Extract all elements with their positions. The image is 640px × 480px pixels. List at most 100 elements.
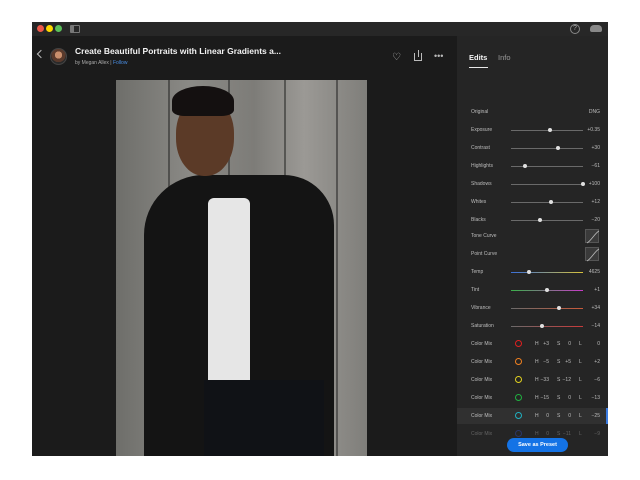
saturation-slider-thumb[interactable] <box>539 324 544 328</box>
blacks-label: Blacks <box>471 217 486 223</box>
shadows-slider-thumb[interactable] <box>581 182 585 186</box>
color-mix-label: Color Mix <box>471 341 493 347</box>
cloud-icon[interactable] <box>590 25 602 32</box>
color-swatch-ring-icon[interactable] <box>515 340 522 347</box>
color-mix-row[interactable]: Color Mix H −33 S −12 L −6 <box>457 372 608 388</box>
vibrance-slider-thumb[interactable] <box>556 306 561 310</box>
tint-label: Tint <box>471 287 480 293</box>
selected-row-indicator <box>606 408 608 424</box>
luminance-value: 0 <box>597 341 600 347</box>
exposure-slider-row[interactable]: Exposure +0.35 <box>457 122 608 138</box>
vibrance-slider-track[interactable] <box>511 308 583 309</box>
saturation-value: −11 <box>562 431 571 437</box>
shadows-slider-row[interactable]: Shadows +100 <box>457 176 608 192</box>
color-swatch-ring-icon[interactable] <box>515 412 522 419</box>
luminance-letter: L <box>579 395 582 401</box>
color-mix-row[interactable]: Color Mix H −5 S +5 L +2 <box>457 354 608 370</box>
luminance-letter: L <box>579 413 582 419</box>
luminance-letter: L <box>579 431 582 437</box>
luminance-value: +2 <box>594 359 600 365</box>
color-mix-row[interactable]: Color Mix H 0 S 0 L −25 <box>457 408 608 424</box>
color-mix-row[interactable]: Color Mix H +3 S 0 L 0 <box>457 336 608 352</box>
blacks-slider-row[interactable]: Blacks −20 <box>457 212 608 228</box>
back-arrow-icon[interactable] <box>36 49 46 59</box>
whites-slider-track[interactable] <box>511 202 583 203</box>
edits-panel: Edits Info Original DNG Exposure +0.35 Con… <box>457 36 608 456</box>
contrast-slider-row[interactable]: Contrast +30 <box>457 140 608 156</box>
saturation-letter: S <box>557 395 561 401</box>
saturation-value: 0 <box>568 395 571 401</box>
whites-slider-row[interactable]: Whites +12 <box>457 194 608 210</box>
saturation-value: −12 <box>562 377 571 383</box>
hue-value: −15 <box>540 395 549 401</box>
color-mix-label: Color Mix <box>471 395 493 401</box>
follow-link[interactable]: Follow <box>113 60 127 66</box>
share-icon[interactable] <box>414 50 422 61</box>
saturation-slider-track[interactable] <box>511 326 583 327</box>
color-mix-label: Color Mix <box>471 377 493 383</box>
shadows-slider-track[interactable] <box>511 184 583 185</box>
zoom-window-button[interactable] <box>55 25 62 32</box>
highlights-label: Highlights <box>471 163 493 169</box>
color-mix-label: Color Mix <box>471 359 493 365</box>
tab-edits[interactable]: Edits <box>469 53 487 62</box>
contrast-slider-track[interactable] <box>511 148 583 149</box>
temp-slider-row[interactable]: Temp 4625 <box>457 264 608 280</box>
color-swatch-ring-icon[interactable] <box>515 376 522 383</box>
blacks-slider-thumb[interactable] <box>537 218 542 222</box>
temp-slider-thumb[interactable] <box>527 270 531 274</box>
highlights-slider-row[interactable]: Highlights −61 <box>457 158 608 174</box>
color-mix-row[interactable]: Color Mix H −15 S 0 L −13 <box>457 390 608 406</box>
temp-value: 4625 <box>588 269 600 275</box>
hue-value: 0 <box>546 431 549 437</box>
color-mix-label: Color Mix <box>471 431 493 437</box>
tone-curve-label: Tone Curve <box>471 233 497 239</box>
contrast-label: Contrast <box>471 145 490 151</box>
shadows-label: Shadows <box>471 181 492 187</box>
point-curve-icon[interactable] <box>585 247 600 262</box>
tone-curve-row[interactable]: Tone Curve <box>457 228 608 244</box>
luminance-letter: L <box>579 341 582 347</box>
minimize-window-button[interactable] <box>46 25 53 32</box>
point-curve-label: Point Curve <box>471 251 498 257</box>
original-label: Original <box>471 109 489 115</box>
highlights-slider-thumb[interactable] <box>522 164 527 168</box>
point-curve-row[interactable]: Point Curve <box>457 246 608 262</box>
luminance-value: −9 <box>594 431 600 437</box>
saturation-letter: S <box>557 359 561 365</box>
tone-curve-icon[interactable] <box>585 229 600 244</box>
temp-slider-track[interactable] <box>511 272 583 273</box>
active-tab-indicator <box>469 67 488 68</box>
saturation-letter: S <box>557 431 561 437</box>
exposure-slider-track[interactable] <box>511 130 583 131</box>
close-window-button[interactable] <box>37 25 44 32</box>
help-icon[interactable]: ? <box>570 24 580 34</box>
exposure-value: +0.35 <box>587 127 600 133</box>
more-options-icon[interactable]: ••• <box>434 51 443 61</box>
saturation-letter: S <box>557 413 561 419</box>
heart-icon[interactable]: ♡ <box>392 53 401 63</box>
tab-info[interactable]: Info <box>498 53 511 62</box>
contrast-slider-thumb[interactable] <box>555 146 560 150</box>
saturation-slider-row[interactable]: Saturation −14 <box>457 318 608 334</box>
color-swatch-ring-icon[interactable] <box>515 394 522 401</box>
saturation-letter: S <box>557 341 561 347</box>
vibrance-slider-row[interactable]: Vibrance +34 <box>457 300 608 316</box>
exposure-slider-thumb[interactable] <box>547 128 552 132</box>
hue-value: +3 <box>543 341 549 347</box>
color-swatch-ring-icon[interactable] <box>515 430 522 437</box>
highlights-slider-track[interactable] <box>511 166 583 167</box>
sidebar-toggle-icon[interactable] <box>70 25 80 33</box>
contrast-value: +30 <box>591 145 600 151</box>
exposure-label: Exposure <box>471 127 493 133</box>
saturation-value: 0 <box>568 341 571 347</box>
app-window: ? Create Beautiful Portraits with Linear… <box>32 22 608 456</box>
blacks-slider-track[interactable] <box>511 220 583 221</box>
tint-slider-row[interactable]: Tint +1 <box>457 282 608 298</box>
tint-slider-thumb[interactable] <box>545 288 549 292</box>
whites-slider-thumb[interactable] <box>549 200 554 204</box>
color-swatch-ring-icon[interactable] <box>515 358 522 365</box>
original-row: Original DNG <box>457 104 608 120</box>
author-name: by Megan Allex | <box>75 60 112 66</box>
save-as-preset-button[interactable]: Save as Preset <box>507 438 568 452</box>
